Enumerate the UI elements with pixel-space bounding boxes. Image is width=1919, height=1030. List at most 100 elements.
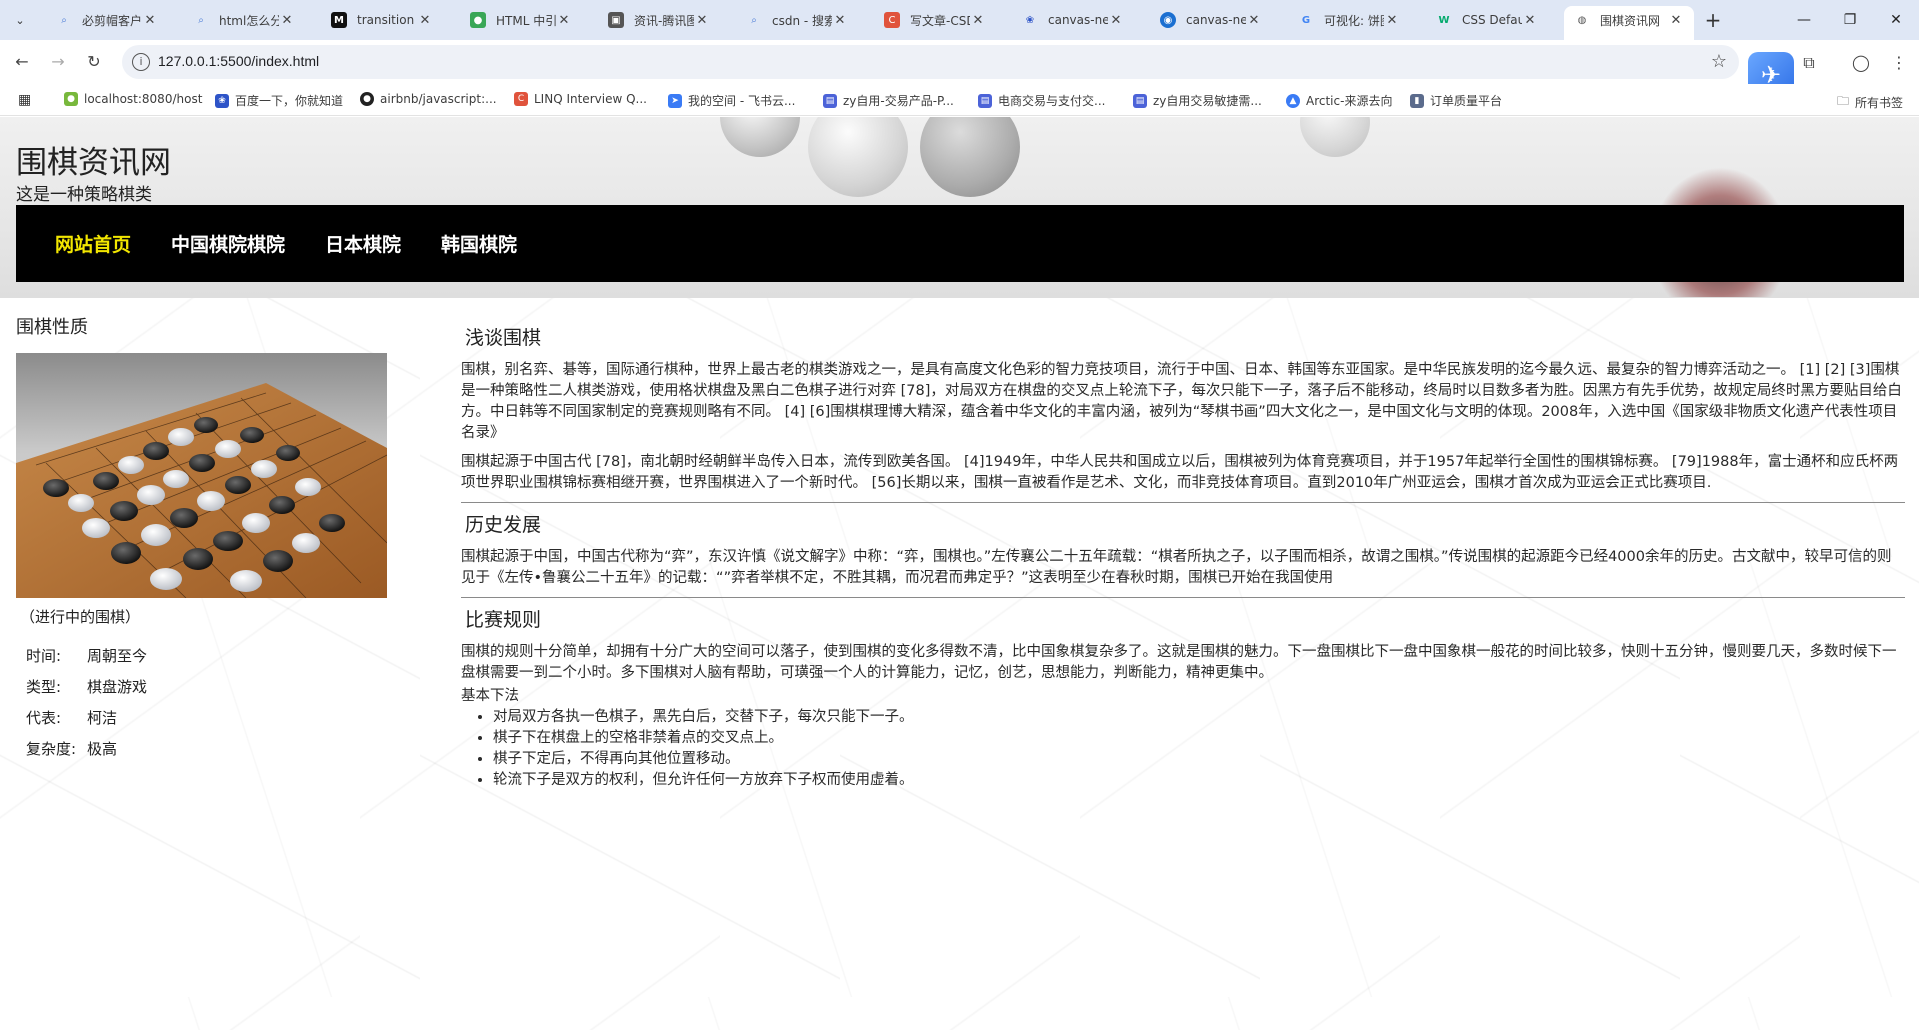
main-nav: 网站首页 中国棋院棋院 日本棋院 韩国棋院 bbox=[16, 205, 1904, 282]
tab-title: 写文章-CSD bbox=[910, 13, 970, 28]
bookmark-item[interactable]: ▲ Arctic-来源去向 bbox=[1286, 92, 1392, 109]
nav-japan-go-association[interactable]: 日本棋院 bbox=[325, 230, 401, 257]
tab-2[interactable]: ⌕ html怎么分 ✕ bbox=[183, 6, 305, 34]
w3-icon: W bbox=[1438, 14, 1450, 26]
close-icon[interactable]: ✕ bbox=[970, 13, 986, 28]
minimize-icon[interactable]: — bbox=[1784, 8, 1824, 32]
tab-6[interactable]: ⌕ csdn - 搜索 ✕ bbox=[736, 6, 858, 34]
stone-decoration bbox=[720, 117, 800, 157]
list-item: 对局双方各执一色棋子，黑先白后，交替下子，每次只能下一子。 bbox=[493, 707, 1905, 728]
fact-value: 极高 bbox=[87, 740, 118, 758]
nav-korea-go-association[interactable]: 韩国棋院 bbox=[441, 230, 517, 257]
bookmark-item[interactable]: ▤ zy自用交易敏捷需... bbox=[1133, 92, 1262, 109]
paragraph: 围棋起源于中国，中国古代称为“弈”，东汉许慎《说文解字》中称：“弈，围棋也。”左… bbox=[461, 549, 1892, 586]
list-item: 棋子下在棋盘上的空格非禁着点的交叉点上。 bbox=[493, 728, 1905, 749]
tab-1[interactable]: ⌕ 必剪帽客户端 ✕ bbox=[46, 6, 168, 34]
fact-key: 类型: bbox=[26, 678, 62, 696]
bookmark-item[interactable]: ❀ 百度一下，你就知道 bbox=[215, 92, 343, 109]
page-viewport: 围棋资讯网 这是一种策略棋类 网站首页 中国棋院棋院 日本棋院 韩国棋院 围棋性… bbox=[0, 117, 1919, 1030]
m-icon: M bbox=[331, 12, 347, 28]
bookmark-item[interactable]: ● airbnb/javascript:... bbox=[360, 92, 497, 106]
back-icon[interactable]: ← bbox=[10, 50, 34, 74]
fact-row: 代表: 柯洁 bbox=[26, 707, 396, 738]
all-bookmarks[interactable]: 🗀 所有书签 bbox=[1837, 92, 1903, 113]
close-icon[interactable]: ✕ bbox=[1246, 13, 1262, 28]
url-text[interactable]: 127.0.0.1:5500/index.html bbox=[158, 53, 319, 69]
section-history: 历史发展 围棋起源于中国，中国古代称为“弈”，东汉许慎《说文解字》中称：“弈，围… bbox=[461, 513, 1905, 589]
tab-title: CSS Default bbox=[1462, 13, 1522, 27]
nav-china-go-association[interactable]: 中国棋院棋院 bbox=[171, 230, 285, 257]
bookmark-item[interactable]: ● localhost:8080/host bbox=[64, 92, 202, 106]
close-icon[interactable]: ✕ bbox=[142, 13, 158, 28]
section-title: 浅谈围棋 bbox=[465, 327, 542, 349]
site-info-icon[interactable]: i bbox=[132, 53, 150, 71]
bookmark-label: localhost:8080/host bbox=[84, 92, 203, 106]
site-subtitle: 这是一种策略棋类 bbox=[16, 185, 152, 205]
tab-active[interactable]: ◍ 围棋资讯网 ✕ bbox=[1564, 6, 1694, 40]
tab-3[interactable]: M transition - ✕ bbox=[321, 6, 443, 34]
tab-search-icon[interactable]: ⌄ bbox=[8, 8, 32, 32]
close-icon[interactable]: ✕ bbox=[417, 13, 433, 28]
close-icon[interactable]: ✕ bbox=[1384, 13, 1400, 28]
tab-title: html怎么分 bbox=[219, 13, 279, 28]
extensions-icon[interactable]: ⧉ bbox=[1796, 50, 1822, 76]
bookmark-label: Arctic-来源去向 bbox=[1306, 94, 1393, 108]
tab-5[interactable]: ▣ 资讯-腾讯图 ✕ bbox=[598, 6, 720, 34]
tab-10[interactable]: G 可视化: 饼图 ✕ bbox=[1288, 6, 1410, 34]
section-rules: 比赛规则 围棋的规则十分简单，却拥有十分广大的空间可以落子，使到围棋的变化多得数… bbox=[461, 608, 1905, 791]
close-icon[interactable]: ✕ bbox=[556, 13, 572, 28]
bookmark-item[interactable]: C LINQ Interview Q... bbox=[514, 92, 647, 106]
tab-title: transition - bbox=[357, 13, 417, 27]
nav-home[interactable]: 网站首页 bbox=[55, 230, 131, 257]
bookmark-item[interactable]: ▤ zy自用-交易产品-P... bbox=[823, 92, 954, 109]
sidebar: 围棋性质 （进行中的围棋） 时间: 周朝至今 类型: 棋盘游戏 代表: 柯洁 复… bbox=[16, 313, 396, 769]
close-icon[interactable]: ✕ bbox=[279, 13, 295, 28]
leaf-icon: ● bbox=[470, 12, 486, 28]
tab-11[interactable]: W CSS Default ✕ bbox=[1426, 6, 1548, 34]
bookmark-star-icon[interactable]: ☆ bbox=[1711, 51, 1727, 72]
close-icon[interactable]: ✕ bbox=[694, 13, 710, 28]
image-icon: ▣ bbox=[608, 12, 624, 28]
tab-9[interactable]: ◉ canvas-nest ✕ bbox=[1150, 6, 1272, 34]
bookmark-item[interactable]: ➤ 我的空间 - 飞书云... bbox=[668, 92, 795, 109]
paw-icon: ❀ bbox=[215, 93, 229, 108]
fact-key: 代表: bbox=[26, 709, 62, 727]
tab-title: 可视化: 饼图 bbox=[1324, 13, 1384, 28]
close-icon[interactable]: ✕ bbox=[832, 13, 848, 28]
menu-icon[interactable]: ⋮ bbox=[1886, 50, 1912, 76]
bookmark-item[interactable]: ▮ 订单质量平台 bbox=[1410, 92, 1502, 109]
profile-icon[interactable]: ◯ bbox=[1848, 50, 1874, 76]
facts-table: 时间: 周朝至今 类型: 棋盘游戏 代表: 柯洁 复杂度: 极高 bbox=[26, 645, 396, 769]
browser-toolbar: ← → ↻ i 127.0.0.1:5500/index.html ☆ bbox=[0, 40, 1919, 84]
close-icon[interactable]: ✕ bbox=[1668, 13, 1684, 28]
main-content: 浅谈围棋 围棋，别名弈、碁等，国际通行棋种，世界上最古老的棋类游戏之一，是具有高… bbox=[461, 326, 1905, 791]
tab-title: 资讯-腾讯图 bbox=[634, 13, 694, 28]
tab-8[interactable]: ❀ canvas-nest ✕ bbox=[1012, 6, 1134, 34]
fact-value: 周朝至今 bbox=[87, 647, 148, 665]
csdn-icon: C bbox=[884, 12, 900, 28]
doc-icon: ▤ bbox=[823, 93, 837, 108]
go-board-image bbox=[16, 353, 387, 598]
reload-icon[interactable]: ↻ bbox=[82, 50, 106, 74]
new-tab-button[interactable]: + bbox=[1700, 8, 1726, 34]
tab-4[interactable]: ● HTML 中引入 ✕ bbox=[460, 6, 582, 34]
close-window-icon[interactable]: ✕ bbox=[1876, 8, 1916, 32]
close-icon[interactable]: ✕ bbox=[1522, 13, 1538, 28]
site-title: 围棋资讯网 bbox=[16, 145, 171, 181]
tab-strip: ⌄ ⌕ 必剪帽客户端 ✕ ⌕ html怎么分 ✕ M transition - … bbox=[0, 0, 1919, 40]
tab-title: canvas-nest bbox=[1048, 13, 1108, 27]
apps-grid-icon[interactable]: ▦ bbox=[18, 92, 31, 108]
bookmark-item[interactable]: ▤ 电商交易与支付交... bbox=[978, 92, 1105, 109]
address-bar[interactable]: i 127.0.0.1:5500/index.html ☆ bbox=[122, 45, 1739, 79]
close-icon[interactable]: ✕ bbox=[1108, 13, 1124, 28]
search-icon: ⌕ bbox=[751, 14, 757, 26]
forward-icon[interactable]: → bbox=[46, 50, 70, 74]
search-icon: ⌕ bbox=[198, 14, 204, 26]
restore-icon[interactable]: ❐ bbox=[1830, 8, 1870, 32]
sidebar-heading: 围棋性质 bbox=[16, 317, 88, 338]
feishu-icon: ➤ bbox=[668, 93, 682, 108]
tab-7[interactable]: C 写文章-CSD ✕ bbox=[874, 6, 996, 34]
section-title: 比赛规则 bbox=[465, 609, 542, 631]
tab-title: HTML 中引入 bbox=[496, 13, 556, 28]
all-bookmarks-label: 所有书签 bbox=[1854, 96, 1903, 110]
